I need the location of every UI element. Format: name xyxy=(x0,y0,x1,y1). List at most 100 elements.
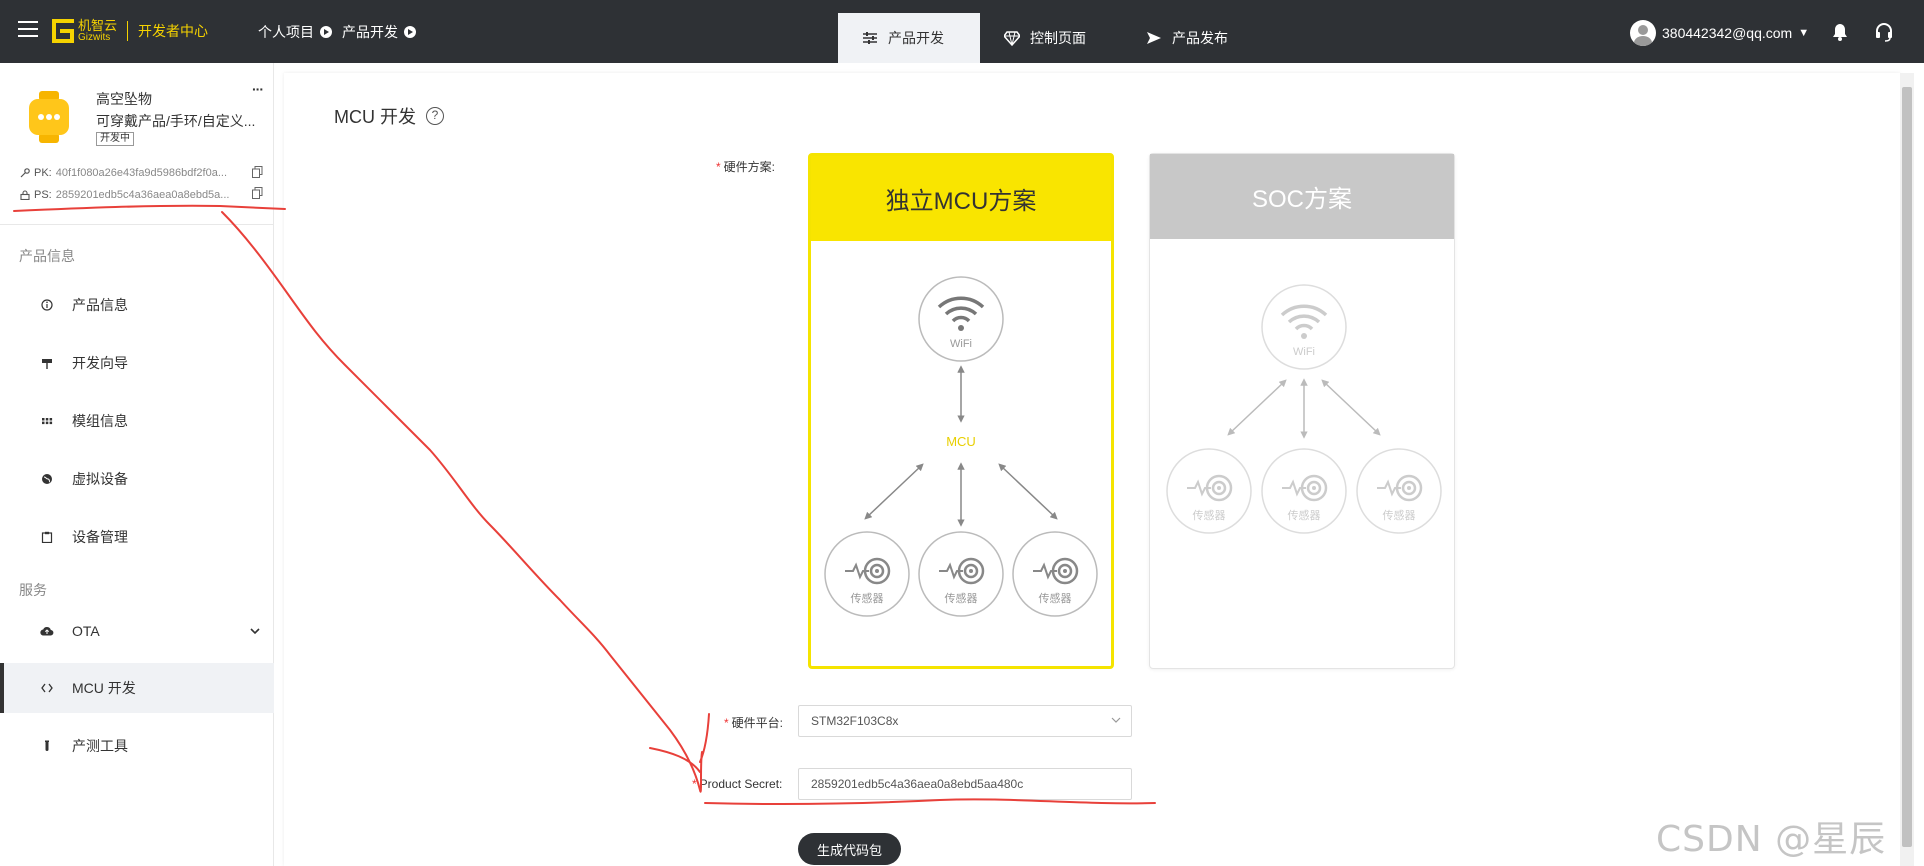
section-title-product-info: 产品信息 xyxy=(19,248,75,264)
user-menu[interactable]: 380442342@qq.com ▼ xyxy=(1630,20,1809,46)
mcu-scheme-title: 独立MCU方案 xyxy=(811,156,1111,241)
user-email: 380442342@qq.com xyxy=(1662,25,1793,41)
avatar xyxy=(1630,20,1656,46)
generate-code-package-button[interactable]: 生成代码包 xyxy=(798,833,901,865)
pk-label: PK: xyxy=(34,167,52,179)
mcu-label: MCU xyxy=(946,434,976,449)
status-badge: 开发中 xyxy=(96,132,134,146)
tab-product-dev[interactable]: 产品开发 xyxy=(838,13,980,63)
wifi-node: WiFi xyxy=(1261,284,1347,370)
clipboard-icon xyxy=(40,530,54,544)
info-icon xyxy=(40,298,54,312)
cloud-upload-icon xyxy=(40,624,54,638)
page-title-text: MCU 开发 xyxy=(334,107,416,127)
sidebar-item-label: OTA xyxy=(72,623,100,639)
wifi-node: WiFi xyxy=(918,276,1004,362)
send-icon xyxy=(1147,32,1161,44)
tab-label: 产品开发 xyxy=(888,30,944,46)
logo-divider xyxy=(127,21,129,41)
soc-architecture-diagram: WiFi 传感器 传感器 传感器 xyxy=(1166,284,1442,534)
logo-name-en: Gizwits xyxy=(78,32,111,43)
code-icon xyxy=(40,681,54,695)
sidebar-item-virtual-device[interactable]: 虚拟设备 xyxy=(0,454,274,504)
grid-icon xyxy=(40,414,54,428)
sidebar-item-label: MCU 开发 xyxy=(72,680,136,696)
scrollbar[interactable] xyxy=(1900,73,1914,866)
select-value: STM32F103C8x xyxy=(811,714,899,728)
sidebar-item-mcu-dev[interactable]: MCU 开发 xyxy=(0,663,274,713)
scrollbar-thumb[interactable] xyxy=(1902,87,1912,847)
soc-scheme-card[interactable]: SOC方案 WiFi 传感器 传感器 传感器 xyxy=(1149,153,1455,669)
sliders-icon xyxy=(863,32,877,44)
product-card: 高空坠物 可穿戴产品/手环/自定义... 开发中 ··· PK: 40f1f08… xyxy=(0,63,274,223)
sensor-node: 传感器 xyxy=(1356,448,1442,534)
product-category: 可穿戴产品/手环/自定义... xyxy=(96,113,256,129)
sidebar-item-module-info[interactable]: 模组信息 xyxy=(0,396,274,446)
sensor-label: 传感器 xyxy=(1193,509,1226,522)
sensor-label: 传感器 xyxy=(1288,509,1321,522)
main-tabs: 产品开发 控制页面 产品发布 xyxy=(838,13,1264,63)
sensor-label: 传感器 xyxy=(945,592,978,605)
watermark: CSDN @星辰pid xyxy=(1656,819,1887,866)
key-icon xyxy=(20,168,30,178)
tab-product-release[interactable]: 产品发布 xyxy=(1122,13,1264,63)
signpost-icon xyxy=(40,356,54,370)
sidebar-item-dev-guide[interactable]: 开发向导 xyxy=(0,338,274,388)
menu-icon[interactable] xyxy=(18,21,38,37)
sidebar-item-device-management[interactable]: 设备管理 xyxy=(0,512,274,562)
sidebar-item-ota[interactable]: OTA xyxy=(0,606,274,656)
main-content: MCU 开发 ? * 硬件方案: 独立MCU方案 WiFi MCU 传感器 传感… xyxy=(284,73,1900,866)
ps-label: PS: xyxy=(34,189,52,201)
ps-value: 2859201edb5c4a36aea0a8ebd5a... xyxy=(55,189,230,201)
help-icon[interactable]: ? xyxy=(426,107,444,125)
chevron-down-icon xyxy=(250,624,260,638)
sidebar-item-production-test[interactable]: 产测工具 xyxy=(0,721,274,771)
breadcrumb-arrow-icon xyxy=(404,26,416,38)
pk-value: 40f1f080a26e43fa9d5986bdf2f0a... xyxy=(55,167,228,179)
more-options-icon[interactable]: ··· xyxy=(252,81,264,97)
mcu-scheme-card[interactable]: 独立MCU方案 WiFi MCU 传感器 传感器 传感器 xyxy=(808,153,1114,669)
wifi-label: WiFi xyxy=(950,338,972,350)
developer-center-label: 开发者中心 xyxy=(138,23,209,39)
ps-row: PS: 2859201edb5c4a36aea0a8ebd5a... xyxy=(20,189,240,201)
soc-scheme-title: SOC方案 xyxy=(1150,154,1454,239)
wifi-label: WiFi xyxy=(1293,346,1315,358)
logo-mark xyxy=(52,19,74,43)
copy-icon[interactable] xyxy=(252,187,263,199)
sidebar-item-label: 产品信息 xyxy=(72,297,128,313)
diamond-icon xyxy=(1004,31,1020,46)
page-title: MCU 开发 ? xyxy=(334,103,444,129)
caret-down-icon: ▼ xyxy=(1798,27,1810,39)
sidebar-item-label: 产测工具 xyxy=(72,738,128,754)
hardware-platform-select[interactable]: STM32F103C8x xyxy=(798,705,1132,737)
breadcrumb: 个人项目 产品开发 xyxy=(258,22,422,42)
breadcrumb-arrow-icon xyxy=(320,26,332,38)
sidebar-item-label: 设备管理 xyxy=(72,529,128,545)
gizwits-logo[interactable]: 机智云 Gizwits 开发者中心 xyxy=(52,16,208,46)
sensor-node: 传感器 xyxy=(1012,531,1098,617)
headset-icon[interactable] xyxy=(1874,22,1894,42)
sensor-label: 传感器 xyxy=(1383,509,1416,522)
sidebar-item-label: 虚拟设备 xyxy=(72,471,128,487)
sensor-label: 传感器 xyxy=(1039,592,1072,605)
copy-icon[interactable] xyxy=(252,166,263,178)
section-title-services: 服务 xyxy=(19,582,47,598)
sidebar-item-label: 开发向导 xyxy=(72,355,128,371)
breadcrumb-product-dev[interactable]: 产品开发 xyxy=(342,22,398,42)
top-navigation-bar: 机智云 Gizwits 开发者中心 个人项目 产品开发 产品开发 控制页面 产品… xyxy=(0,0,1924,63)
test-tube-icon xyxy=(40,739,54,753)
pk-row: PK: 40f1f080a26e43fa9d5986bdf2f0a... xyxy=(20,167,240,179)
product-name: 高空坠物 xyxy=(96,91,152,107)
breadcrumb-personal-projects[interactable]: 个人项目 xyxy=(258,22,314,42)
sidebar-item-product-info[interactable]: 产品信息 xyxy=(0,280,274,330)
sensor-node: 传感器 xyxy=(1166,448,1252,534)
tab-control-page[interactable]: 控制页面 xyxy=(980,13,1122,63)
product-secret-input[interactable] xyxy=(798,768,1132,800)
sensor-node: 传感器 xyxy=(824,531,910,617)
sensor-label: 传感器 xyxy=(851,592,884,605)
tab-label: 控制页面 xyxy=(1030,30,1086,46)
product-secret-label: * Product Secret: xyxy=(692,777,783,791)
sidebar: 高空坠物 可穿戴产品/手环/自定义... 开发中 ··· PK: 40f1f08… xyxy=(0,63,274,866)
sidebar-item-label: 模组信息 xyxy=(72,413,128,429)
bell-icon[interactable] xyxy=(1830,22,1850,42)
